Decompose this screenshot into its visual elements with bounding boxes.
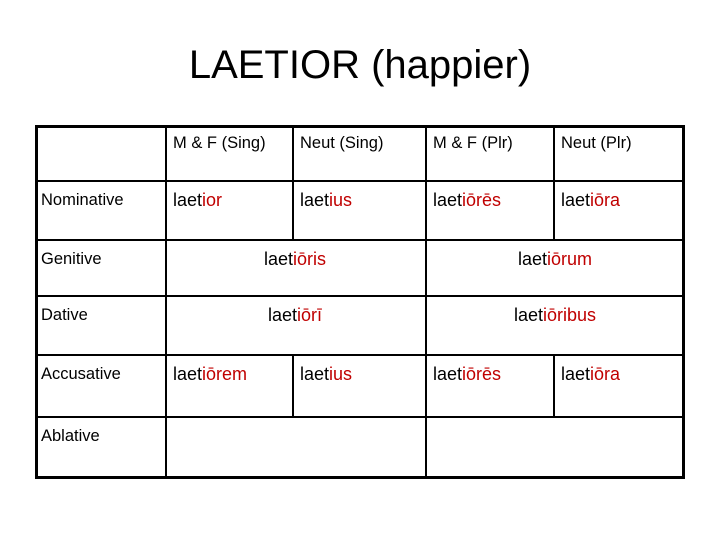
row-divider bbox=[35, 416, 685, 418]
header-neut-plr: Neut (Plr) bbox=[561, 134, 632, 152]
form-acc-mf-sing: laetiōrem bbox=[165, 356, 292, 416]
header-corner bbox=[35, 125, 165, 180]
form-gen-plr: laetiōrum bbox=[425, 241, 685, 297]
stem: laet bbox=[513, 305, 543, 325]
col-divider bbox=[292, 125, 294, 241]
stem: laet bbox=[433, 364, 463, 384]
declension-table: M & F (Sing) Neut (Sing) M & F (Plr) Neu… bbox=[35, 125, 685, 479]
case-label-accusative: Accusative bbox=[41, 365, 121, 383]
form-acc-mf-plr: laetiōrēs bbox=[425, 356, 553, 416]
form-acc-neut-sing: laetius bbox=[292, 356, 425, 416]
stem: laet bbox=[267, 305, 297, 325]
ending: iōra bbox=[590, 190, 621, 210]
form-nom-mf-plr: laetiōrēs bbox=[425, 182, 553, 239]
col-divider bbox=[553, 125, 555, 241]
header-neut-sing: Neut (Sing) bbox=[300, 134, 384, 152]
stem: laet bbox=[561, 190, 591, 210]
case-label-dative: Dative bbox=[41, 306, 88, 324]
ending: iōra bbox=[590, 364, 621, 384]
slide-title: LAETIOR (happier) bbox=[188, 43, 532, 87]
form-abl-plr bbox=[425, 418, 685, 478]
stem: laet bbox=[173, 190, 203, 210]
ending: ius bbox=[329, 364, 353, 384]
ending: ius bbox=[329, 190, 353, 210]
ending: iōrum bbox=[547, 249, 593, 269]
table-border-top bbox=[35, 125, 685, 128]
ending: ior bbox=[202, 190, 223, 210]
col-divider bbox=[165, 125, 167, 479]
case-label-genitive: Genitive bbox=[41, 250, 102, 268]
stem: laet bbox=[433, 190, 463, 210]
row-divider bbox=[35, 295, 685, 297]
case-label-ablative: Ablative bbox=[41, 427, 100, 445]
case-label-nominative: Nominative bbox=[41, 191, 124, 209]
form-nom-neut-sing: laetius bbox=[292, 182, 425, 239]
ending: iōrēs bbox=[462, 364, 502, 384]
form-acc-neut-plr: laetiōra bbox=[553, 356, 685, 416]
header-mf-plr: M & F (Plr) bbox=[433, 134, 513, 152]
form-nom-mf-sing: laetior bbox=[165, 182, 292, 239]
ending: iōris bbox=[293, 249, 327, 269]
ending: iōrī bbox=[297, 305, 323, 325]
row-divider bbox=[35, 239, 685, 241]
stem: laet bbox=[173, 364, 203, 384]
header-mf-sing: M & F (Sing) bbox=[173, 134, 266, 152]
ending: iōribus bbox=[543, 305, 597, 325]
form-dat-plr: laetiōribus bbox=[425, 297, 685, 354]
form-nom-neut-plr: laetiōra bbox=[553, 182, 685, 239]
stem: laet bbox=[561, 364, 591, 384]
form-abl-sing bbox=[165, 418, 425, 478]
col-divider bbox=[425, 125, 427, 479]
row-divider bbox=[35, 180, 685, 182]
ending: iōrem bbox=[202, 364, 248, 384]
stem: laet bbox=[263, 249, 293, 269]
col-divider bbox=[292, 354, 294, 418]
stem: laet bbox=[517, 249, 547, 269]
table-border-bottom bbox=[35, 476, 685, 479]
form-gen-sing: laetiōris bbox=[165, 241, 425, 297]
row-divider bbox=[35, 354, 685, 356]
table-border-right bbox=[682, 125, 685, 479]
col-divider bbox=[553, 354, 555, 418]
form-dat-sing: laetiōrī bbox=[165, 297, 425, 354]
ending: iōrēs bbox=[462, 190, 502, 210]
stem: laet bbox=[300, 364, 330, 384]
table-border-left bbox=[35, 125, 38, 479]
stem: laet bbox=[300, 190, 330, 210]
